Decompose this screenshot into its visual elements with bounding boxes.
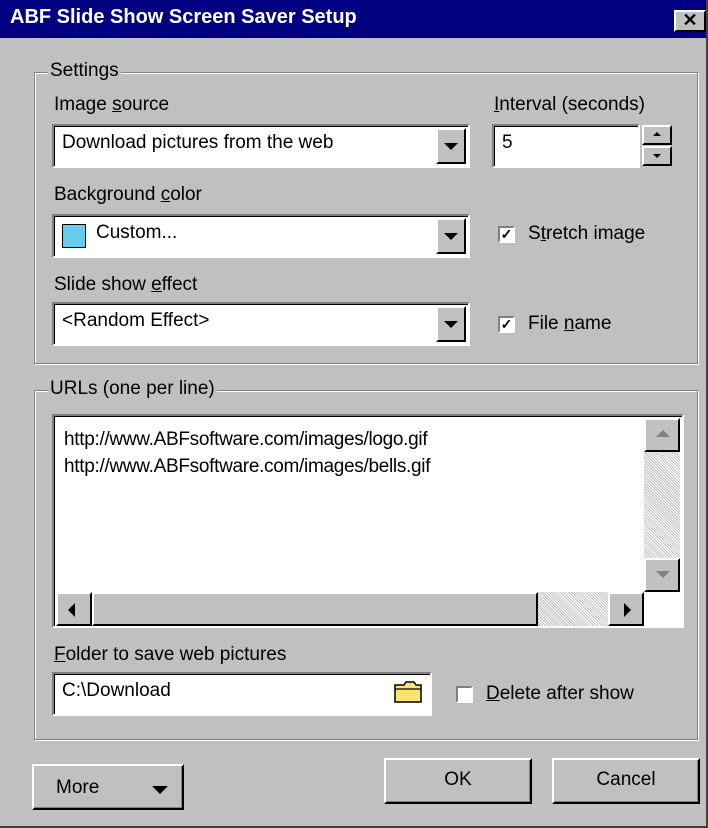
folder-value: C:\Download [62, 680, 171, 701]
effect-label: Slide show effect [54, 274, 198, 295]
delete-after-show-label[interactable]: Delete after show [486, 683, 634, 705]
interval-input[interactable]: 5 [492, 124, 640, 168]
browse-folder-button[interactable] [394, 680, 424, 708]
check-icon: ✓ [500, 226, 513, 242]
image-source-value: Download pictures from the web [62, 132, 334, 153]
scroll-left-button[interactable] [56, 592, 92, 626]
urls-text: http://www.ABFsoftware.com/images/logo.g… [64, 426, 430, 480]
vertical-scrollbar[interactable] [644, 418, 680, 592]
setup-dialog: ABF Slide Show Screen Saver Setup ✕ Sett… [0, 0, 708, 828]
chevron-down-icon [152, 786, 168, 794]
arrow-down-icon [656, 571, 670, 578]
file-name-checkbox[interactable]: ✓ [498, 316, 515, 333]
folder-icon [394, 681, 422, 703]
effect-select[interactable]: <Random Effect> [52, 302, 470, 346]
ok-button[interactable]: OK [384, 758, 532, 804]
title-bar[interactable]: ABF Slide Show Screen Saver Setup ✕ [0, 0, 706, 38]
effect-dropdown-button[interactable] [436, 306, 466, 342]
background-color-label: Background color [54, 184, 202, 205]
effect-value: <Random Effect> [62, 310, 210, 331]
horizontal-scroll-thumb[interactable] [92, 592, 538, 626]
background-color-value: Custom... [96, 222, 178, 243]
background-color-select[interactable]: Custom... [52, 214, 470, 258]
folder-label: Folder to save web pictures [54, 644, 287, 665]
chevron-down-icon [444, 143, 458, 150]
window-title: ABF Slide Show Screen Saver Setup [10, 6, 357, 28]
cancel-button-label: Cancel [596, 769, 656, 790]
chevron-down-icon [444, 233, 458, 240]
arrow-right-icon [624, 603, 631, 617]
image-source-select[interactable]: Download pictures from the web [52, 124, 470, 168]
stretch-image-label[interactable]: Stretch image [528, 223, 645, 245]
ok-button-label: OK [444, 769, 472, 790]
image-source-label: Image source [54, 94, 170, 115]
color-swatch [62, 224, 86, 248]
cancel-button[interactable]: Cancel [552, 758, 700, 804]
close-icon: ✕ [682, 10, 698, 30]
image-source-dropdown-button[interactable] [436, 128, 466, 164]
url-line: http://www.ABFsoftware.com/images/bells.… [64, 456, 431, 477]
more-button[interactable]: More [32, 764, 184, 810]
folder-input[interactable]: C:\Download [52, 672, 432, 716]
arrow-up-icon [656, 430, 670, 437]
close-button[interactable]: ✕ [674, 10, 706, 32]
background-color-dropdown-button[interactable] [436, 218, 466, 254]
file-name-label[interactable]: File name [528, 313, 611, 335]
more-button-label: More [56, 777, 100, 798]
interval-spin-up[interactable] [642, 125, 672, 145]
urls-legend: URLs (one per line) [48, 378, 217, 399]
horizontal-scrollbar[interactable] [56, 592, 644, 626]
scroll-right-button[interactable] [608, 592, 644, 626]
interval-label: Interval (seconds) [494, 94, 646, 115]
interval-value: 5 [502, 132, 513, 153]
settings-legend: Settings [48, 60, 121, 81]
url-line: http://www.ABFsoftware.com/images/logo.g… [64, 429, 428, 450]
spin-down-icon [653, 154, 661, 158]
scroll-down-button[interactable] [644, 558, 680, 592]
scroll-up-button[interactable] [644, 418, 680, 452]
check-icon: ✓ [500, 316, 513, 332]
delete-after-show-checkbox[interactable] [456, 686, 473, 703]
urls-textarea[interactable]: http://www.ABFsoftware.com/images/logo.g… [52, 414, 684, 628]
stretch-image-checkbox[interactable]: ✓ [498, 226, 515, 243]
spin-up-icon [653, 132, 661, 136]
chevron-down-icon [444, 321, 458, 328]
interval-spin-down[interactable] [642, 146, 672, 166]
arrow-left-icon [68, 603, 75, 617]
